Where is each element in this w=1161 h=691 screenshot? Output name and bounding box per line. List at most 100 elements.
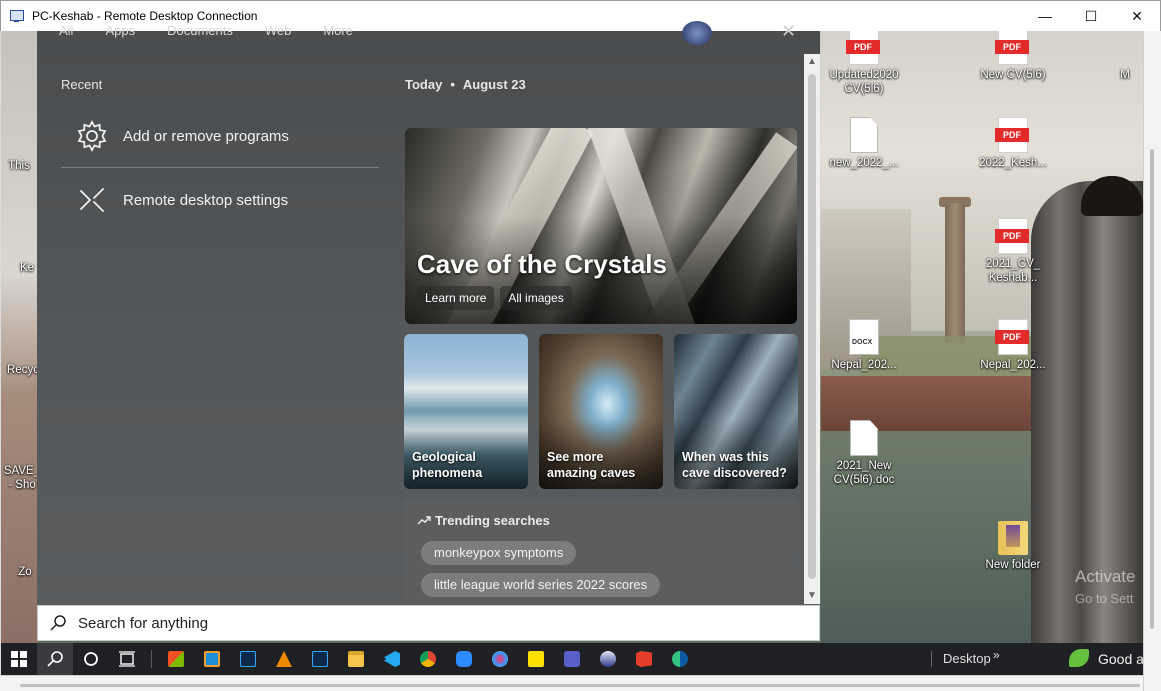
office-icon (636, 651, 652, 667)
folder-icon (998, 521, 1028, 555)
cortana-button[interactable] (73, 643, 109, 675)
desktop-icon-pdf[interactable]: PDF New CV(5l6) (973, 31, 1053, 82)
recent-heading: Recent (61, 77, 103, 92)
tile-cave-discovered[interactable]: When was this cave discovered? (674, 334, 798, 489)
start-button[interactable] (1, 643, 37, 675)
desktop-icon-new-folder[interactable]: New folder (973, 521, 1053, 572)
today-separator: • (450, 77, 455, 92)
learn-more-button[interactable]: Learn more (417, 286, 495, 310)
desktop-icon-label: 2021_CV_ Keshab... (985, 258, 1041, 284)
hero-buttons: Learn more All images (417, 286, 572, 310)
desktop-toolbar-label[interactable]: Desktop (943, 651, 991, 666)
taskbar-app-remote[interactable] (194, 643, 230, 675)
teams-icon (564, 651, 580, 667)
task-view-button[interactable] (109, 643, 145, 675)
taskbar-search-button[interactable] (37, 643, 73, 675)
scroll-down-icon[interactable]: ▼ (804, 588, 820, 604)
tab-apps[interactable]: Apps (105, 23, 135, 38)
tab-web[interactable]: Web (265, 23, 292, 38)
desktop-icon-label: new_2022_... (829, 157, 899, 169)
weather-widget-text[interactable]: Good a (1098, 651, 1144, 667)
pdf-file-icon: PDF (995, 218, 1029, 254)
window-title: PC-Keshab - Remote Desktop Connection (32, 9, 258, 23)
tab-more[interactable]: More (323, 23, 353, 38)
desktop-icon-doc[interactable]: 2021_New CV(5l6).doc (824, 420, 904, 487)
window-controls: — ☐ ✕ (1022, 1, 1160, 31)
desktop-icon-pdf[interactable]: PDF Nepal_202... (973, 319, 1053, 372)
search-icon (47, 651, 63, 667)
close-button[interactable]: ✕ (1114, 1, 1160, 31)
recent-item-label: Remote desktop settings (123, 191, 289, 209)
recent-item-remote-desktop-settings[interactable]: Remote desktop settings (61, 170, 379, 230)
vscode-icon (384, 651, 400, 667)
taskbar-app-winamp[interactable] (590, 643, 626, 675)
desktop-icon-label: Updated2020 CV(5l6) (829, 69, 899, 95)
scrollbar-thumb[interactable] (1150, 149, 1154, 629)
tile-label: Geological phenomena (412, 450, 483, 480)
pdf-file-icon: PDF (995, 31, 1029, 65)
pdf-file-icon: PDF (995, 117, 1029, 153)
gear-icon (61, 119, 123, 153)
recent-item-add-remove-programs[interactable]: Add or remove programs (61, 106, 379, 166)
weather-leaf-icon[interactable] (1069, 649, 1089, 667)
trending-chip[interactable]: little league world series 2022 scores (421, 573, 661, 597)
today-heading: Today • August 23 (405, 77, 526, 92)
search-box[interactable] (37, 605, 820, 641)
scrollbar-thumb[interactable] (20, 684, 1140, 687)
desktop-icon-pdf[interactable]: PDF Updated2020 CV(5l6) (824, 31, 904, 96)
taskbar-app-photoshop-2[interactable] (302, 643, 338, 675)
desktop-icon-label: This (8, 160, 30, 172)
taskbar-app-zoom[interactable] (446, 643, 482, 675)
taskbar-app-file-explorer[interactable] (338, 643, 374, 675)
scroll-up-icon[interactable]: ▲ (804, 54, 820, 70)
toolbar-chevron-icon[interactable]: » (993, 648, 1000, 662)
search-input[interactable] (78, 614, 778, 632)
scrollbar-thumb[interactable] (808, 74, 816, 579)
desktop-icon-pdf[interactable]: PDF 2021_CV_ Keshab... (973, 218, 1053, 285)
all-images-button[interactable]: All images (500, 286, 572, 310)
taskbar-app-chrome[interactable] (410, 643, 446, 675)
rdp-horizontal-scrollbar[interactable] (0, 675, 1143, 691)
desktop-icon-label: Recyc (7, 364, 39, 376)
close-panel-icon[interactable]: ✕ (781, 21, 796, 42)
desktop-icon-label: 2021_New CV(5l6).doc (833, 460, 895, 486)
tab-all[interactable]: All (59, 23, 73, 38)
tile-geological-phenomena[interactable]: Geological phenomena (404, 334, 528, 489)
avatar[interactable] (682, 21, 712, 45)
desktop-icon-pdf[interactable]: PDF 2022_Kesh... (973, 117, 1053, 170)
taskbar-app-photoshop[interactable] (230, 643, 266, 675)
trending-chip[interactable]: monkeypox symptoms (421, 541, 577, 565)
taskbar-app-teams[interactable] (554, 643, 590, 675)
panel-scrollbar[interactable]: ▲ ▼ (804, 54, 820, 604)
taskbar-app-vscode[interactable] (374, 643, 410, 675)
tile-amazing-caves[interactable]: See more amazing caves (539, 334, 663, 489)
desktop-icon-label: 2022_Kesh... (979, 157, 1047, 169)
media-app-icon (600, 651, 616, 667)
desktop-icon-file[interactable]: new_2022_... (824, 117, 904, 170)
hero-title: Cave of the Crystals (417, 249, 667, 279)
search-scope-tabs: All Apps Documents Web More (59, 23, 353, 38)
taskbar-app-sticky-notes[interactable] (518, 643, 554, 675)
recent-divider (61, 167, 379, 168)
taskbar-app-vlc[interactable] (266, 643, 302, 675)
hero-card-cave-of-crystals[interactable]: Cave of the Crystals Learn more All imag… (405, 128, 797, 324)
taskbar-app-paint[interactable] (482, 643, 518, 675)
taskbar-app-edge[interactable] (662, 643, 698, 675)
blank-file-icon (850, 117, 878, 153)
tab-documents[interactable]: Documents (167, 23, 233, 38)
today-label: Today (405, 77, 443, 92)
maximize-button[interactable]: ☐ (1068, 1, 1114, 31)
task-view-icon (119, 651, 135, 667)
desktop-icon-pdf[interactable]: M (1095, 31, 1143, 82)
taskbar-app-office[interactable] (626, 643, 662, 675)
remote-desktop-icon (61, 183, 123, 217)
minimize-button[interactable]: — (1022, 1, 1068, 31)
trending-heading: Trending searches (417, 513, 550, 528)
taskbar-app-store[interactable] (158, 643, 194, 675)
rdp-vertical-scrollbar[interactable] (1143, 31, 1161, 691)
pdf-file-icon: PDF (995, 319, 1029, 355)
desktop-icon-docx[interactable]: DOCX Nepal_202... (824, 319, 904, 372)
edge-icon (672, 651, 688, 667)
trending-label: Trending searches (435, 513, 550, 528)
photoshop-icon (240, 651, 256, 667)
